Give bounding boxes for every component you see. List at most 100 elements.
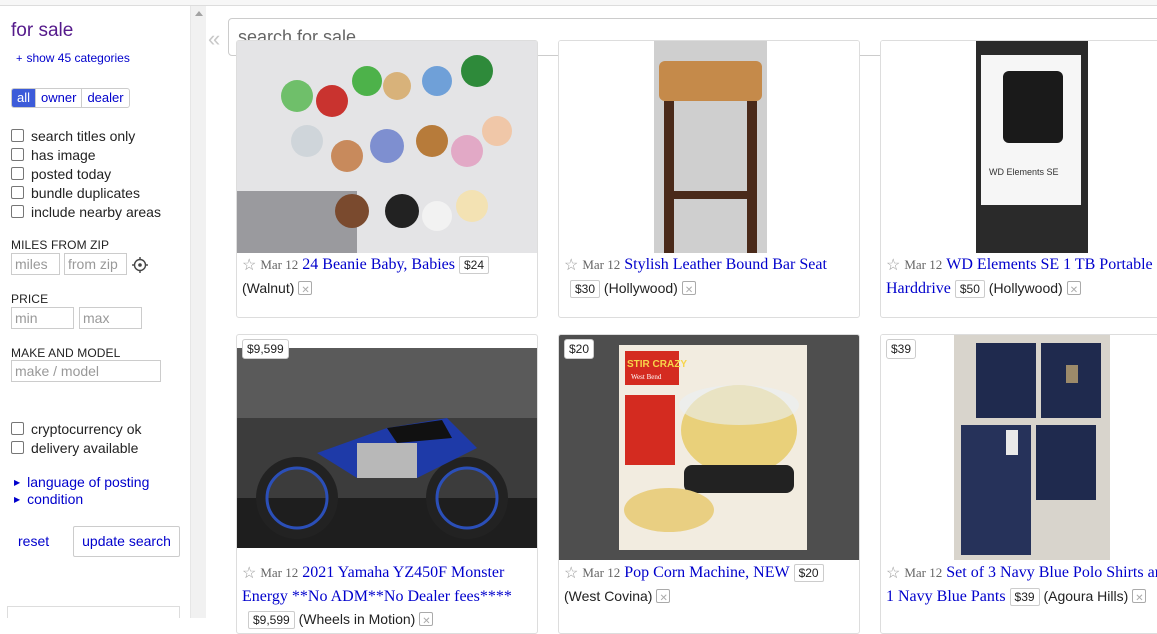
filter-label: cryptocurrency ok: [31, 420, 142, 437]
listing-card[interactable]: $9,599 ☆ Mar 12 2021 Yamaha YZ450F Monster…: [236, 334, 538, 634]
language-of-posting-link[interactable]: ▶ language of posting: [14, 474, 149, 490]
listing-date: Mar 12: [582, 565, 621, 580]
collapse-sidebar-button[interactable]: «: [208, 26, 220, 52]
listing-title-link[interactable]: Pop Corn Machine, NEW: [624, 564, 789, 581]
popcorn-machine-photo: STIR CRAZY West Bend: [559, 335, 859, 560]
locate-me-icon[interactable]: [132, 257, 148, 273]
seller-owner-button[interactable]: owner: [36, 89, 83, 107]
beanie-babies-photo: [237, 41, 537, 253]
checkbox[interactable]: [11, 422, 24, 435]
filter-posted-today[interactable]: posted today: [11, 164, 161, 183]
link-label: language of posting: [27, 474, 150, 490]
listing-date: Mar 12: [260, 565, 299, 580]
link-label: condition: [27, 491, 84, 507]
hide-listing-icon[interactable]: [298, 280, 313, 302]
listing-image[interactable]: STIR CRAZY West Bend: [559, 335, 859, 560]
filter-sidebar: for sale + show 45 categories all owner d…: [0, 6, 190, 618]
reset-link[interactable]: reset: [18, 533, 49, 549]
listing-date: Mar 12: [904, 565, 943, 580]
listing-price: $9,599: [248, 611, 295, 629]
listing-price-tag: $20: [564, 339, 595, 359]
listing-meta: ☆ Mar 12 Set of 3 Navy Blue Polo Shirts an…: [886, 561, 1157, 610]
checkbox[interactable]: [11, 129, 24, 142]
hide-listing-icon[interactable]: [419, 611, 434, 633]
show-categories-label: show 45 categories: [26, 51, 130, 65]
popcorn-brand-text: STIR CRAZY: [627, 359, 687, 370]
listing-image[interactable]: [237, 348, 537, 548]
listing-meta: ☆ Mar 12 Stylish Leather Bound Bar Seat $3…: [564, 253, 859, 302]
listing-meta: ☆ Mar 12 24 Beanie Baby, Babies $24 (Walnut…: [242, 253, 537, 302]
listing-price-tag: $9,599: [242, 339, 289, 359]
filter-label: delivery available: [31, 439, 139, 456]
checkbox[interactable]: [11, 205, 24, 218]
max-price-input[interactable]: max: [79, 307, 142, 329]
bar-seat-photo: [559, 41, 859, 253]
make-model-input[interactable]: make / model: [11, 360, 161, 382]
miles-input[interactable]: miles: [11, 253, 60, 275]
favorite-star-icon[interactable]: ☆: [886, 255, 900, 277]
sidebar-scrollbar[interactable]: [190, 6, 206, 618]
listing-meta: ☆ Mar 12 Pop Corn Machine, NEW $20 (West Co…: [564, 561, 859, 610]
filter-checkboxes-bottom: cryptocurrency ok delivery available: [11, 419, 141, 457]
listing-image[interactable]: [237, 41, 537, 253]
triangle-right-icon: ▶: [14, 495, 21, 504]
checkbox[interactable]: [11, 167, 24, 180]
listing-card[interactable]: WD Elements SE ☆ Mar 12 WD Elements SE 1 T…: [880, 40, 1157, 318]
listing-image[interactable]: [559, 41, 859, 253]
make-model-label: MAKE AND MODEL: [11, 346, 121, 360]
favorite-star-icon[interactable]: ☆: [886, 563, 900, 585]
show-categories-link[interactable]: + show 45 categories: [16, 51, 130, 65]
listing-title-link[interactable]: Stylish Leather Bound Bar Seat: [624, 256, 827, 273]
listing-title-link[interactable]: 24 Beanie Baby, Babies: [302, 256, 455, 273]
listing-location: (Walnut): [242, 280, 295, 296]
listing-location: (Hollywood): [988, 280, 1063, 296]
filter-label: posted today: [31, 165, 112, 182]
listing-card[interactable]: $20 STIR CRAZY West Bend ☆ Mar 12 Pop Corn…: [558, 334, 860, 634]
hide-listing-icon[interactable]: [1132, 588, 1147, 610]
update-search-button[interactable]: update search: [73, 526, 180, 557]
filter-nearby-areas[interactable]: include nearby areas: [11, 202, 161, 221]
hide-listing-icon[interactable]: [681, 280, 696, 302]
favorite-star-icon[interactable]: ☆: [564, 255, 578, 277]
listing-card[interactable]: $39 ☆ Mar 12 Set of 3 Navy Blue Polo Shirt…: [880, 334, 1157, 634]
hide-listing-icon[interactable]: [1066, 280, 1081, 302]
listing-location: (Hollywood): [603, 280, 678, 296]
condition-link[interactable]: ▶ condition: [14, 491, 83, 507]
filter-bundle-duplicates[interactable]: bundle duplicates: [11, 183, 161, 202]
scroll-up-icon[interactable]: [195, 11, 203, 16]
checkbox[interactable]: [11, 148, 24, 161]
checkbox[interactable]: [11, 441, 24, 454]
listing-date: Mar 12: [582, 257, 621, 272]
listing-price: $30: [570, 280, 601, 298]
hide-listing-icon[interactable]: [656, 588, 671, 610]
min-price-input[interactable]: min: [11, 307, 74, 329]
listing-card[interactable]: ☆ Mar 12 Stylish Leather Bound Bar Seat $3…: [558, 40, 860, 318]
checkbox[interactable]: [11, 186, 24, 199]
listing-image[interactable]: WD Elements SE: [881, 41, 1157, 253]
favorite-star-icon[interactable]: ☆: [242, 255, 256, 277]
filter-has-image[interactable]: has image: [11, 145, 161, 164]
seller-all-button[interactable]: all: [12, 89, 37, 107]
listing-price: $50: [954, 280, 985, 298]
filter-crypto[interactable]: cryptocurrency ok: [11, 419, 141, 438]
polo-shirts-photo: [881, 335, 1157, 560]
listing-location: (West Covina): [564, 588, 653, 604]
seller-dealer-button[interactable]: dealer: [82, 89, 128, 107]
filter-label: bundle duplicates: [31, 184, 140, 201]
category-title[interactable]: for sale: [11, 20, 73, 42]
wd-drive-photo: WD Elements SE: [881, 41, 1157, 253]
filter-search-titles[interactable]: search titles only: [11, 126, 161, 145]
filter-label: include nearby areas: [31, 203, 161, 220]
seller-type-toggle: all owner dealer: [11, 88, 130, 108]
dirtbike-photo: [237, 348, 537, 548]
listing-card[interactable]: ☆ Mar 12 24 Beanie Baby, Babies $24 (Walnut…: [236, 40, 538, 318]
miles-label: MILES FROM ZIP: [11, 238, 110, 252]
listing-price: $24: [458, 256, 489, 274]
listing-location: (Agoura Hills): [1043, 588, 1129, 604]
zip-input[interactable]: from zip: [64, 253, 127, 275]
favorite-star-icon[interactable]: ☆: [564, 563, 578, 585]
filter-delivery[interactable]: delivery available: [11, 438, 141, 457]
favorite-star-icon[interactable]: ☆: [242, 563, 256, 585]
filter-checkboxes: search titles only has image posted toda…: [11, 126, 161, 221]
listing-image[interactable]: [881, 335, 1157, 560]
